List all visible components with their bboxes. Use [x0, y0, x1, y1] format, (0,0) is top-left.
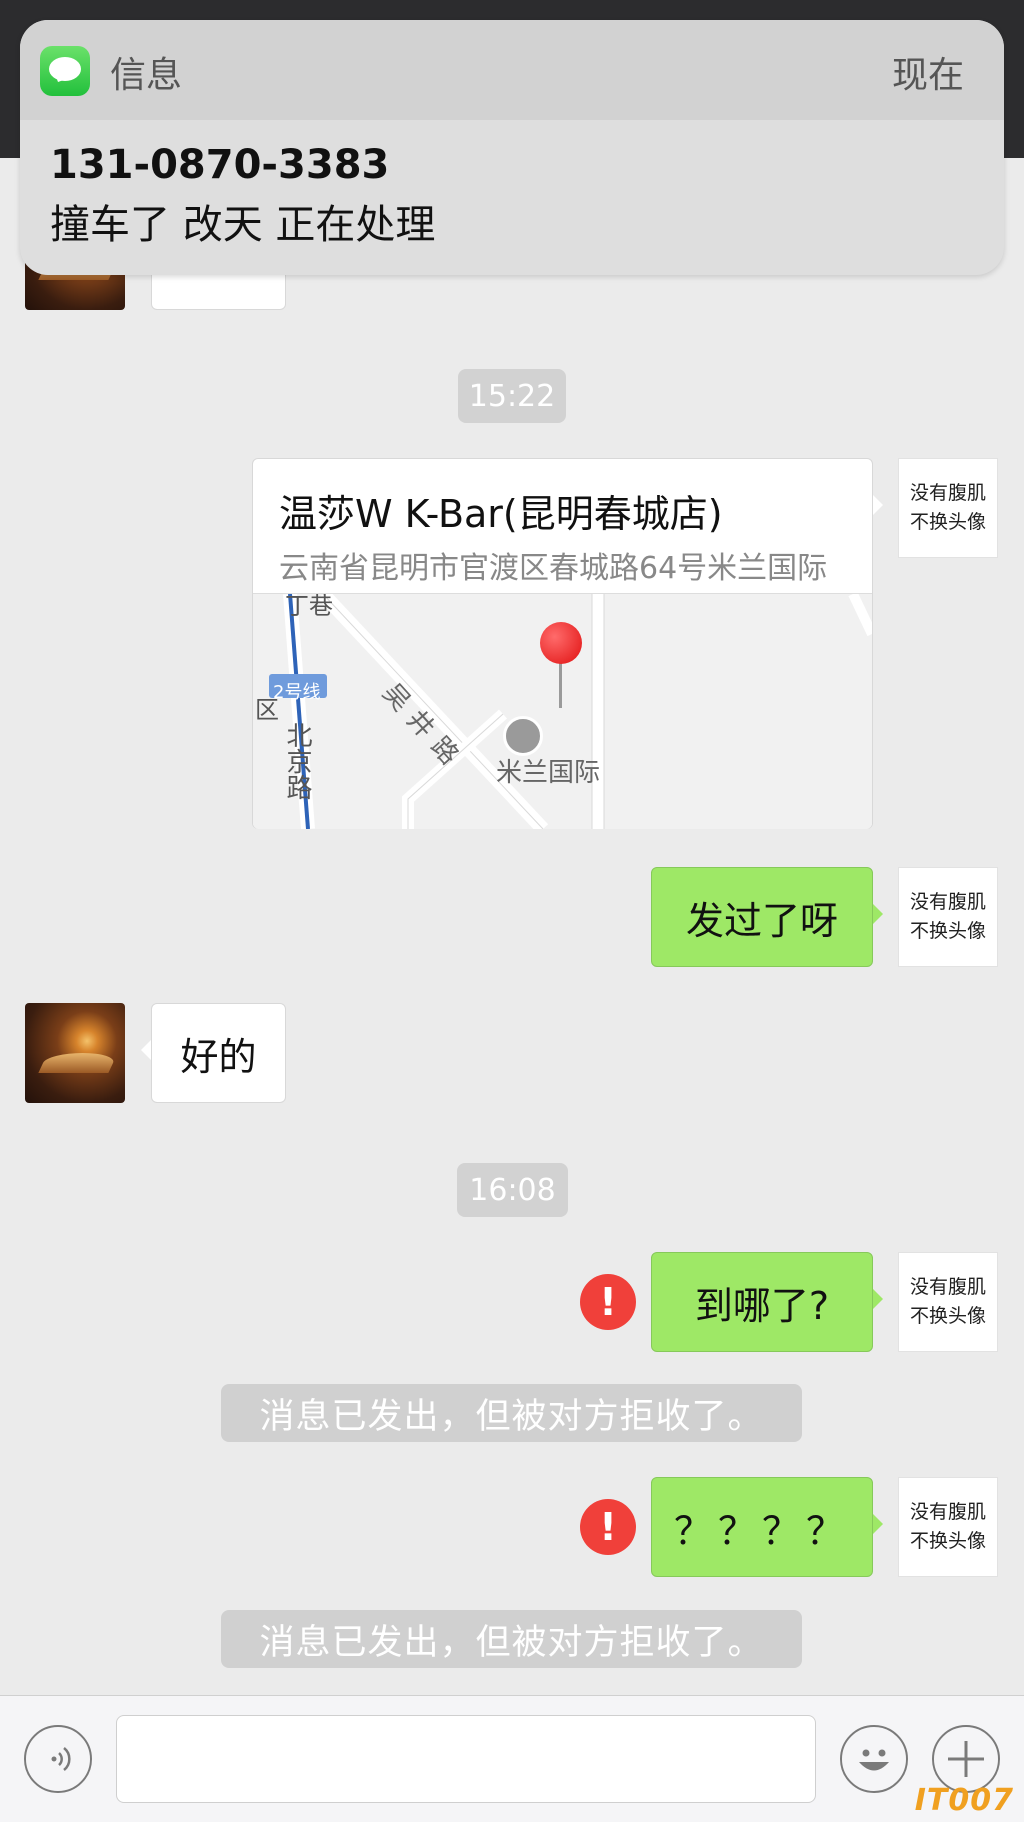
rejected-notice: 消息已发出，但被对方拒收了。 [221, 1610, 802, 1668]
location-title: 温莎W K-Bar(昆明春城店) [279, 492, 723, 536]
my-avatar-text-line2: 不换头像 [909, 511, 986, 533]
notification-time: 现在 [891, 55, 964, 96]
map-label-top: 丁巷 [285, 593, 333, 620]
map-label-district: 区 [255, 696, 279, 724]
my-avatar-text-line2: 不换头像 [909, 1530, 986, 1552]
timestamp: 15:22 [458, 369, 566, 423]
send-failed-icon[interactable]: ! [580, 1274, 636, 1330]
emoji-button[interactable] [840, 1725, 908, 1793]
emoji-icon [859, 1749, 889, 1771]
send-failed-icon[interactable]: ! [580, 1499, 636, 1555]
my-avatar[interactable]: 没有腹肌 不换头像 [898, 458, 998, 558]
my-avatar-text-line2: 不换头像 [909, 920, 986, 942]
poi-icon [503, 716, 543, 756]
contact-avatar[interactable] [25, 1003, 125, 1103]
location-address: 云南省昆明市官渡区春城路64号米兰国际 [279, 551, 828, 586]
my-avatar[interactable]: 没有腹肌 不换头像 [898, 867, 998, 967]
input-bar: IT007 [0, 1695, 1024, 1822]
messages-app-icon [40, 46, 90, 96]
message-bubble-sent[interactable]: 发过了呀 [651, 867, 883, 967]
location-card[interactable]: 温莎W K-Bar(昆明春城店) 云南省昆明市官渡区春城路64号米兰国际 2号线… [252, 458, 883, 829]
timestamp: 16:08 [457, 1163, 568, 1217]
my-avatar[interactable]: 没有腹肌 不换头像 [898, 1252, 998, 1352]
notification-banner[interactable]: 信息 现在 131-0870-3383 撞车了 改天 正在处理 [20, 20, 1004, 275]
watermark-logo: IT007 [914, 1783, 1014, 1818]
my-avatar-text-line1: 没有腹肌 [909, 482, 986, 504]
message-bubble-received[interactable]: 好的 [141, 1003, 286, 1103]
my-avatar-text-line1: 没有腹肌 [909, 1501, 986, 1523]
message-bubble-sent[interactable]: ？？？？ [651, 1477, 883, 1577]
notification-sender: 131-0870-3383 [50, 142, 390, 188]
my-avatar-text-line1: 没有腹肌 [909, 1276, 986, 1298]
message-bubble-sent[interactable]: 到哪了? [651, 1252, 883, 1352]
my-avatar-text-line1: 没有腹肌 [909, 891, 986, 913]
location-map[interactable]: 2号线 丁巷 区 北京路 吴井路 米兰国际 [253, 593, 872, 829]
notification-header: 信息 现在 [20, 20, 1004, 120]
map-pin-icon [540, 622, 582, 664]
map-label-road-beijing: 北京路 [282, 722, 312, 800]
plus-icon [948, 1741, 984, 1777]
voice-button[interactable] [24, 1725, 92, 1793]
voice-icon [51, 1747, 71, 1771]
my-avatar-text-line2: 不换头像 [909, 1305, 986, 1327]
map-label-metro-line: 2号线 [273, 682, 321, 703]
notification-body: 撞车了 改天 正在处理 [50, 202, 436, 248]
my-avatar[interactable]: 没有腹肌 不换头像 [898, 1477, 998, 1577]
rejected-notice: 消息已发出，但被对方拒收了。 [221, 1384, 802, 1442]
map-label-poi: 米兰国际 [496, 758, 601, 788]
message-input[interactable] [116, 1715, 816, 1803]
notification-app-name: 信息 [110, 55, 183, 96]
